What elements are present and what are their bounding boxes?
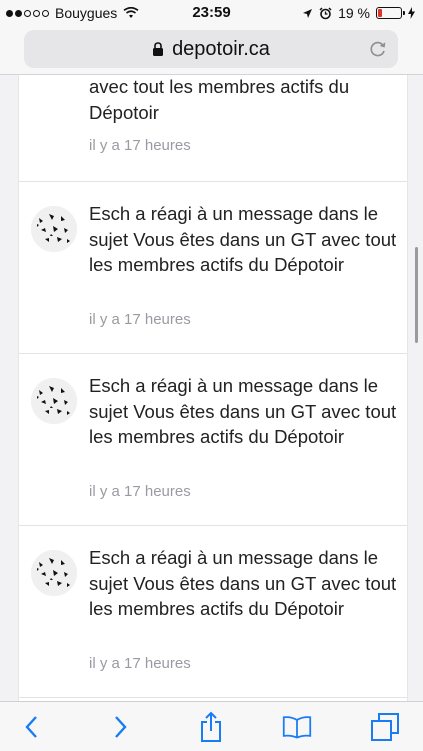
share-icon xyxy=(201,711,221,742)
charging-bolt-icon xyxy=(408,7,415,19)
book-icon xyxy=(282,716,312,739)
status-bar: Bouygues 23:59 19 % xyxy=(0,0,423,26)
notification-text: Esch a réagi à un message dans le sujet … xyxy=(89,375,397,447)
back-button[interactable] xyxy=(16,712,46,742)
chevron-right-icon xyxy=(115,716,127,738)
lock-icon xyxy=(153,41,164,56)
notifications-panel: avec tout les membres actifs du Dépotoir… xyxy=(18,75,408,701)
url-text: depotoir.ca xyxy=(172,37,270,60)
user-avatar[interactable] xyxy=(31,550,77,596)
battery-icon xyxy=(376,7,405,19)
address-bar[interactable]: depotoir.ca xyxy=(24,30,398,68)
alarm-icon xyxy=(319,6,332,19)
notification-item[interactable]: Esch a réagi à un message dans le sujet … xyxy=(19,181,407,354)
chevron-left-icon xyxy=(25,716,37,738)
avatar-image xyxy=(31,206,77,252)
forward-button[interactable] xyxy=(106,712,136,742)
notification-item[interactable]: Esch a réagi à un message dans le sujet … xyxy=(19,353,407,526)
status-right: 19 % xyxy=(302,5,415,21)
scrollbar[interactable] xyxy=(415,247,418,343)
battery-percent: 19 % xyxy=(338,5,370,21)
bookmarks-button[interactable] xyxy=(282,712,312,742)
reload-icon[interactable] xyxy=(368,39,388,59)
avatar-image xyxy=(31,550,77,596)
notification-text: Esch a réagi à un message dans le sujet … xyxy=(89,203,397,275)
notification-item[interactable]: Esch a réagi à un message dans le sujet … xyxy=(19,525,407,698)
notification-time: il y a 17 heures xyxy=(89,137,191,154)
notification-time: il y a 17 heures xyxy=(89,655,191,672)
notification-time: il y a 17 heures xyxy=(89,483,191,500)
notification-text-visible: avec tout les membres actifs du Dépotoir xyxy=(89,76,350,123)
notification-item[interactable]: avec tout les membres actifs du Dépotoir… xyxy=(19,75,407,182)
browser-address-area: depotoir.ca xyxy=(0,26,423,75)
page-content: avec tout les membres actifs du Dépotoir… xyxy=(0,75,423,701)
location-arrow-icon xyxy=(303,8,313,18)
notification-text: Esch a réagi à un message dans le sujet … xyxy=(89,547,397,619)
user-avatar[interactable] xyxy=(31,378,77,424)
avatar-image xyxy=(31,378,77,424)
notification-time: il y a 17 heures xyxy=(89,311,191,328)
browser-toolbar xyxy=(0,701,423,751)
notification-text: avec tout les membres actifs du Dépotoir xyxy=(89,75,399,125)
tabs-icon xyxy=(371,713,399,741)
tabs-button[interactable] xyxy=(370,712,400,742)
user-avatar[interactable] xyxy=(31,206,77,252)
share-button[interactable] xyxy=(196,711,226,742)
